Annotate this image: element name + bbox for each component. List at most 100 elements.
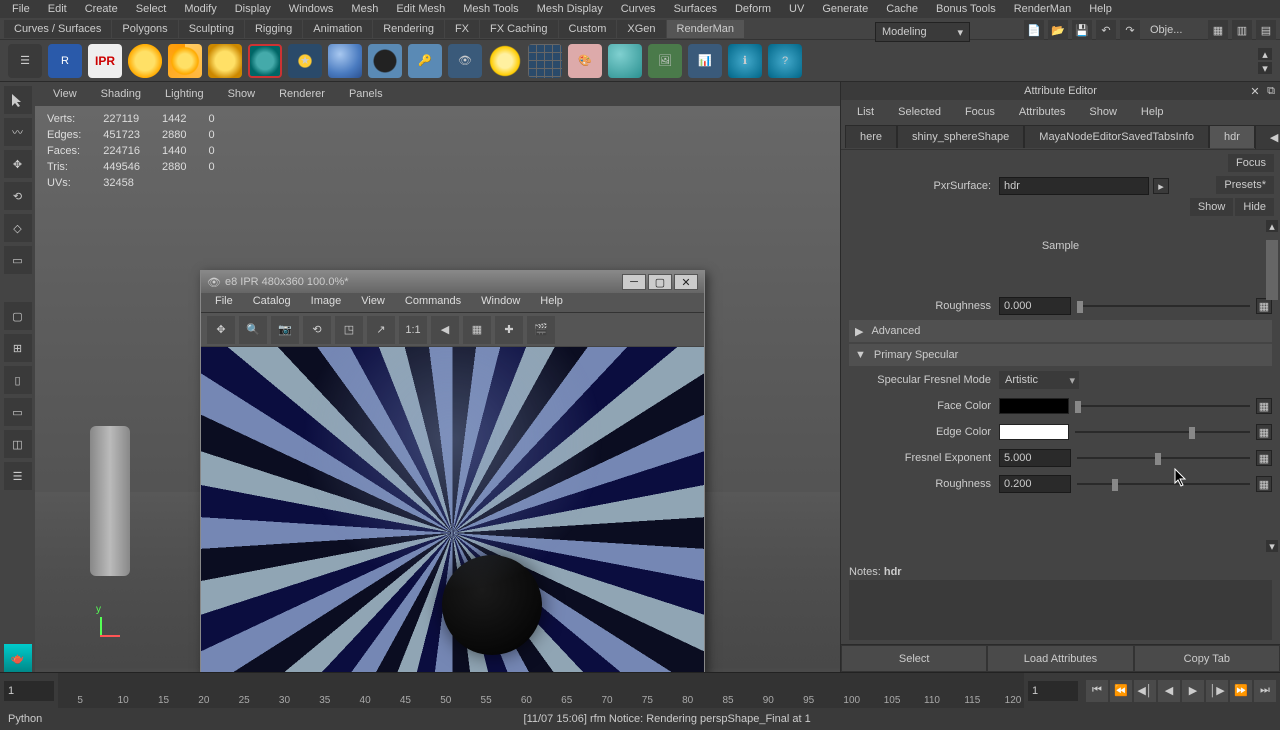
attr-tab-here[interactable]: here [845, 125, 897, 148]
hide-button[interactable]: Hide [1235, 198, 1274, 216]
rw-menu-image[interactable]: Image [303, 293, 350, 312]
rw-menu-view[interactable]: View [353, 293, 393, 312]
edge-color-swatch[interactable] [999, 424, 1069, 440]
rw-pan-icon[interactable]: ✥ [207, 316, 235, 344]
layout-outliner[interactable]: ☰ [4, 462, 32, 490]
menu-windows[interactable]: Windows [281, 1, 342, 17]
copy-tab-button[interactable]: Copy Tab [1134, 645, 1280, 672]
script-lang-label[interactable]: Python [8, 713, 62, 725]
undo-icon[interactable]: ↶ [1096, 20, 1116, 40]
menu-renderman[interactable]: RenderMan [1006, 1, 1079, 17]
presets-button[interactable]: Presets* [1216, 176, 1274, 194]
shelf-tab-sculpting[interactable]: Sculpting [179, 20, 244, 38]
select-button[interactable]: Select [841, 645, 987, 672]
prev-key-icon[interactable]: ⏪ [1110, 680, 1132, 702]
open-scene-icon[interactable]: 📂 [1048, 20, 1068, 40]
menu-help[interactable]: Help [1081, 1, 1120, 17]
close-button[interactable]: ✕ [674, 274, 698, 290]
shelf-menu-icon[interactable]: ☰ [8, 44, 42, 78]
move-tool[interactable]: ✥ [4, 150, 32, 178]
menu-generate[interactable]: Generate [814, 1, 876, 17]
rotate-tool[interactable]: ⟲ [4, 182, 32, 210]
vp-menu-view[interactable]: View [43, 86, 87, 102]
area-light-icon[interactable] [208, 44, 242, 78]
face-color-swatch[interactable] [999, 398, 1069, 414]
menu-curves[interactable]: Curves [613, 1, 664, 17]
attr-tab-shiny[interactable]: shiny_sphereShape [897, 125, 1024, 148]
select-tool[interactable] [4, 86, 32, 114]
menu-mesh-display[interactable]: Mesh Display [529, 1, 611, 17]
layout-single[interactable]: ▢ [4, 302, 32, 330]
new-scene-icon[interactable]: 📄 [1024, 20, 1044, 40]
attr-menu-help[interactable]: Help [1131, 104, 1174, 120]
go-start-icon[interactable]: ⏮ [1086, 680, 1108, 702]
shelf-tab-xgen[interactable]: XGen [617, 20, 665, 38]
show-button[interactable]: Show [1190, 198, 1234, 216]
attr-tab-maya-node[interactable]: MayaNodeEditorSavedTabsInfo [1024, 125, 1209, 148]
timeline-start-field[interactable]: 1 [4, 681, 54, 701]
ipr-icon[interactable]: IPR [88, 44, 122, 78]
sphere-light-icon[interactable] [328, 44, 362, 78]
fresnel-exp-slider[interactable] [1077, 449, 1250, 467]
play-back-icon[interactable]: ◀ [1158, 680, 1180, 702]
rw-menu-window[interactable]: Window [473, 293, 528, 312]
menu-display[interactable]: Display [227, 1, 279, 17]
fresnel-exp-field[interactable]: 5.000 [999, 449, 1071, 467]
scale-tool[interactable]: ◇ [4, 214, 32, 242]
shelf-tab-renderman[interactable]: RenderMan [667, 20, 744, 38]
roughness-slider[interactable] [1077, 297, 1250, 315]
rw-menu-catalog[interactable]: Catalog [245, 293, 299, 312]
undock-icon[interactable]: ⧉ [1264, 84, 1278, 98]
eye-icon[interactable]: 👁 [448, 44, 482, 78]
shelf-scroll-down[interactable]: ▾ [1258, 62, 1272, 74]
menu-bonus-tools[interactable]: Bonus Tools [928, 1, 1004, 17]
shelf-tab-fxcaching[interactable]: FX Caching [480, 20, 557, 38]
marquee-tool[interactable]: ▭ [4, 246, 32, 274]
bulb-icon[interactable] [488, 44, 522, 78]
rw-rotate-icon[interactable]: ⟲ [303, 316, 331, 344]
menu-uv[interactable]: UV [781, 1, 812, 17]
roughness2-slider[interactable] [1077, 475, 1250, 493]
menu-select[interactable]: Select [128, 1, 175, 17]
layout-four[interactable]: ⊞ [4, 334, 32, 362]
notes-textarea[interactable] [849, 580, 1272, 640]
face-color-slider[interactable] [1075, 397, 1250, 415]
timeline-current-field[interactable]: 1 [1028, 681, 1078, 701]
rw-next-icon[interactable]: ▦ [463, 316, 491, 344]
attr-scrollbar[interactable]: ▴ ▾ [1266, 220, 1278, 552]
maximize-button[interactable]: ▢ [648, 274, 672, 290]
image-icon[interactable]: 🖼 [648, 44, 682, 78]
globe-icon[interactable] [608, 44, 642, 78]
roughness-field[interactable]: 0.000 [999, 297, 1071, 315]
menu-file[interactable]: File [4, 1, 38, 17]
top-extra-icon-3[interactable]: ▤ [1256, 20, 1276, 40]
render-canvas[interactable] [201, 347, 704, 672]
load-attributes-button[interactable]: Load Attributes [987, 645, 1133, 672]
render-window-titlebar[interactable]: 👁 e8 IPR 480x360 100.0%* ─ ▢ ✕ [201, 271, 704, 293]
tab-scroll-left-icon[interactable]: ◀ [1255, 125, 1280, 149]
shelf-tab-rigging[interactable]: Rigging [245, 20, 302, 38]
menu-deform[interactable]: Deform [727, 1, 779, 17]
rw-zoom-icon[interactable]: 🔍 [239, 316, 267, 344]
render-icon[interactable]: R [48, 44, 82, 78]
vp-menu-renderer[interactable]: Renderer [269, 86, 335, 102]
env-light-icon[interactable] [248, 44, 282, 78]
scroll-thumb[interactable] [1266, 240, 1278, 300]
viewport[interactable]: View Shading Lighting Show Renderer Pane… [35, 82, 840, 672]
attr-tab-hdr[interactable]: hdr [1209, 125, 1255, 148]
menu-edit-mesh[interactable]: Edit Mesh [388, 1, 453, 17]
rw-crop-icon[interactable]: ◳ [335, 316, 363, 344]
dome-light-icon[interactable]: ★ [288, 44, 322, 78]
grid-icon[interactable] [528, 44, 562, 78]
advanced-section[interactable]: ▶ Advanced [849, 320, 1272, 342]
rw-add-icon[interactable]: ✚ [495, 316, 523, 344]
vp-menu-show[interactable]: Show [218, 86, 266, 102]
spot-light-icon[interactable] [168, 44, 202, 78]
roughness2-field[interactable]: 0.200 [999, 475, 1071, 493]
attr-menu-focus[interactable]: Focus [955, 104, 1005, 120]
top-extra-icon-1[interactable]: ▦ [1208, 20, 1228, 40]
scroll-up-icon[interactable]: ▴ [1266, 220, 1278, 232]
menu-cache[interactable]: Cache [878, 1, 926, 17]
pxrsurface-field[interactable]: hdr [999, 177, 1149, 195]
layout-horiz[interactable]: ▭ [4, 398, 32, 426]
